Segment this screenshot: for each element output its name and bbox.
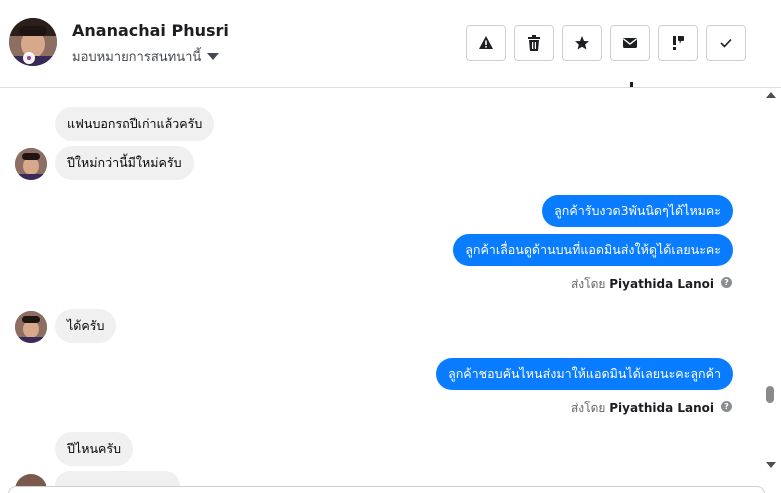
- contact-avatar-small[interactable]: [15, 311, 47, 343]
- follow-up-icon: [673, 36, 684, 50]
- assign-label: มอบหมายการสนทนานี้: [72, 50, 202, 65]
- sent-by-label: ส่งโดย Piyathida Lanoi: [571, 275, 714, 294]
- message-bubble-incoming[interactable]: แฟนบอกรถปีเก่าแล้วครับ: [55, 107, 215, 141]
- scrollbar-thumb[interactable]: [766, 386, 774, 403]
- delete-button[interactable]: [514, 25, 554, 61]
- message-bubble-outgoing[interactable]: ลูกค้ารับงวด3พันนิดๆได้ไหมคะ: [542, 195, 733, 227]
- clipped-text-fragment: [630, 82, 633, 87]
- message-scrollbar[interactable]: [762, 89, 781, 479]
- star-icon: [575, 36, 589, 50]
- help-icon[interactable]: ?: [721, 401, 732, 412]
- conversation-header: Ananachai Phusri มอบหมายการสนทนานี้: [0, 0, 781, 88]
- scroll-up-arrow-icon[interactable]: [766, 92, 776, 98]
- follow-up-button[interactable]: [658, 25, 698, 61]
- check-icon: [720, 38, 732, 48]
- sent-by-label: ส่งโดย Piyathida Lanoi: [571, 399, 714, 418]
- sent-by-prefix: ส่งโดย: [570, 277, 606, 291]
- messenger-badge-icon: [23, 52, 35, 64]
- message-bubble-incoming[interactable]: ปีไหนครับ: [55, 432, 134, 466]
- spam-button[interactable]: [466, 25, 506, 61]
- message-bubble-outgoing[interactable]: ลูกค้าเลื่อนดูด้านบนที่แอดมินส่งให้ดูได้…: [453, 234, 733, 266]
- star-button[interactable]: [562, 25, 602, 61]
- sender-name[interactable]: Piyathida Lanoi: [609, 401, 714, 415]
- scroll-down-arrow-icon[interactable]: [766, 462, 776, 468]
- help-icon[interactable]: ?: [721, 277, 732, 288]
- mark-done-button[interactable]: [706, 25, 746, 61]
- message-thread[interactable]: แฟนบอกรถปีเก่าแล้วครับ ปีใหม่กว่านี้มีให…: [0, 89, 762, 493]
- message-bubble-incoming[interactable]: ปีใหม่กว่านี้มีใหม่ครับ: [55, 146, 194, 180]
- sender-name[interactable]: Piyathida Lanoi: [609, 277, 714, 291]
- message-composer[interactable]: [8, 486, 765, 493]
- assign-conversation-dropdown[interactable]: มอบหมายการสนทนานี้: [72, 46, 220, 67]
- message-bubble-outgoing[interactable]: ลูกค้าชอบคันไหนส่งมาให้แอดมินได้เลยนะคะล…: [436, 358, 733, 390]
- caret-down-icon: [207, 53, 220, 60]
- contact-avatar-small[interactable]: [15, 148, 47, 180]
- sent-by-prefix: ส่งโดย: [570, 401, 606, 415]
- message-bubble-incoming[interactable]: ได้ครับ: [55, 309, 117, 343]
- contact-name[interactable]: Ananachai Phusri: [72, 21, 229, 40]
- envelope-icon: [623, 38, 637, 48]
- mark-unread-button[interactable]: [610, 25, 650, 61]
- warning-icon: [479, 36, 493, 49]
- trash-icon: [528, 35, 540, 51]
